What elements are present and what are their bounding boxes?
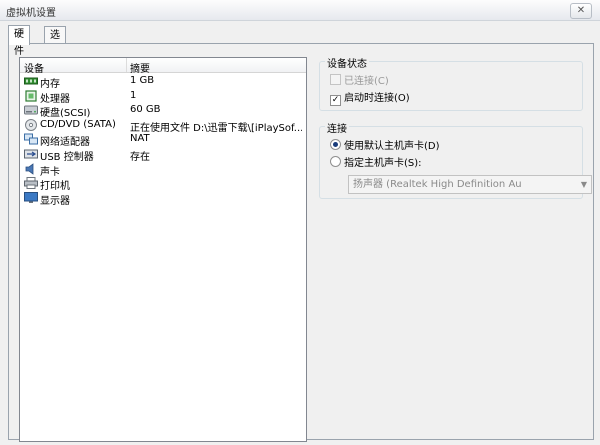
checkmark-icon: ✓ — [331, 95, 340, 105]
processor-icon — [25, 89, 37, 102]
device-row-network-adapter[interactable]: 网络适配器 NAT — [20, 132, 306, 148]
device-row-hard-disk[interactable]: 硬盘(SCSI) 60 GB — [20, 103, 306, 119]
use-default-radio[interactable] — [330, 139, 341, 150]
device-row-printer[interactable]: 打印机 — [20, 176, 306, 192]
close-icon: ✕ — [576, 5, 586, 16]
device-rows: 内存 1 GB 处理器 1 硬盘(SCSI) 60 GB CD/DVD (SAT… — [20, 74, 306, 207]
connect-on-power-on-checkbox[interactable]: ✓ — [330, 95, 341, 106]
column-header-device[interactable]: 设备 — [24, 60, 44, 75]
sound-card-icon — [25, 162, 34, 175]
tab-hardware[interactable]: 硬件 — [8, 25, 30, 57]
hard-disk-icon — [24, 105, 38, 115]
device-list[interactable]: 设备 摘要 内存 1 GB 处理器 1 硬盘(SCSI) 60 GB CD/DV… — [19, 57, 307, 442]
connected-checkbox[interactable] — [330, 74, 341, 85]
connect-on-power-on-label: 启动时连接(O) — [344, 93, 410, 104]
device-summary: 60 GB — [130, 104, 161, 116]
title-bar: 虚拟机设置 ✕ — [0, 0, 600, 21]
device-summary: 1 — [130, 89, 137, 101]
window-title: 虚拟机设置 — [6, 8, 56, 19]
tab-panel: 设备 摘要 内存 1 GB 处理器 1 硬盘(SCSI) 60 GB CD/DV… — [8, 43, 594, 442]
use-default-label: 使用默认主机声卡(D) — [344, 141, 440, 152]
specify-radio[interactable] — [330, 156, 341, 167]
network-adapter-icon — [24, 133, 38, 145]
device-row-processor[interactable]: 处理器 1 — [20, 89, 306, 105]
use-default-radio-row[interactable]: 使用默认主机声卡(D) — [330, 137, 440, 152]
tab-options[interactable]: 选项 — [44, 26, 66, 58]
device-row-cd-dvd[interactable]: CD/DVD (SATA) 正在使用文件 D:\迅雷下载\[iPlaySof..… — [20, 118, 306, 134]
column-divider[interactable] — [126, 58, 127, 72]
device-name: CD/DVD (SATA) — [40, 118, 116, 130]
printer-icon — [24, 177, 38, 190]
device-row-sound-card[interactable]: 声卡 — [20, 162, 306, 178]
device-row-memory[interactable]: 内存 1 GB — [20, 74, 306, 90]
connection-title: 连接 — [325, 120, 349, 135]
usb-controller-icon — [24, 149, 38, 159]
chevron-down-icon: ▼ — [580, 180, 587, 189]
connect-on-power-on-row[interactable]: ✓ 启动时连接(O) — [330, 89, 410, 106]
device-status-title: 设备状态 — [325, 55, 369, 70]
display-icon — [24, 191, 38, 203]
close-button[interactable]: ✕ — [570, 3, 592, 19]
device-summary: NAT — [130, 133, 150, 145]
list-header: 设备 摘要 — [20, 58, 306, 75]
specify-radio-row[interactable]: 指定主机声卡(S): — [330, 154, 422, 169]
device-status-group: 设备状态 已连接(C) ✓ 启动时连接(O) — [319, 55, 583, 111]
device-summary: 1 GB — [130, 75, 155, 86]
cd-dvd-icon — [25, 118, 37, 131]
column-header-summary[interactable]: 摘要 — [130, 60, 150, 75]
device-name: 显示器 — [40, 195, 70, 207]
connected-label: 已连接(C) — [344, 76, 389, 87]
connection-group: 连接 使用默认主机声卡(D) 指定主机声卡(S): 扬声器 (Realtek H… — [319, 120, 592, 199]
device-row-usb-controller[interactable]: USB 控制器 存在 — [20, 147, 306, 163]
select-value: 扬声器 (Realtek High Definition Au — [353, 179, 522, 190]
specify-label: 指定主机声卡(S): — [344, 158, 422, 169]
connected-checkbox-row[interactable]: 已连接(C) — [330, 72, 389, 87]
memory-icon — [24, 77, 38, 85]
device-row-display[interactable]: 显示器 — [20, 191, 306, 207]
host-sound-card-select[interactable]: 扬声器 (Realtek High Definition Au ▼ — [348, 175, 592, 194]
